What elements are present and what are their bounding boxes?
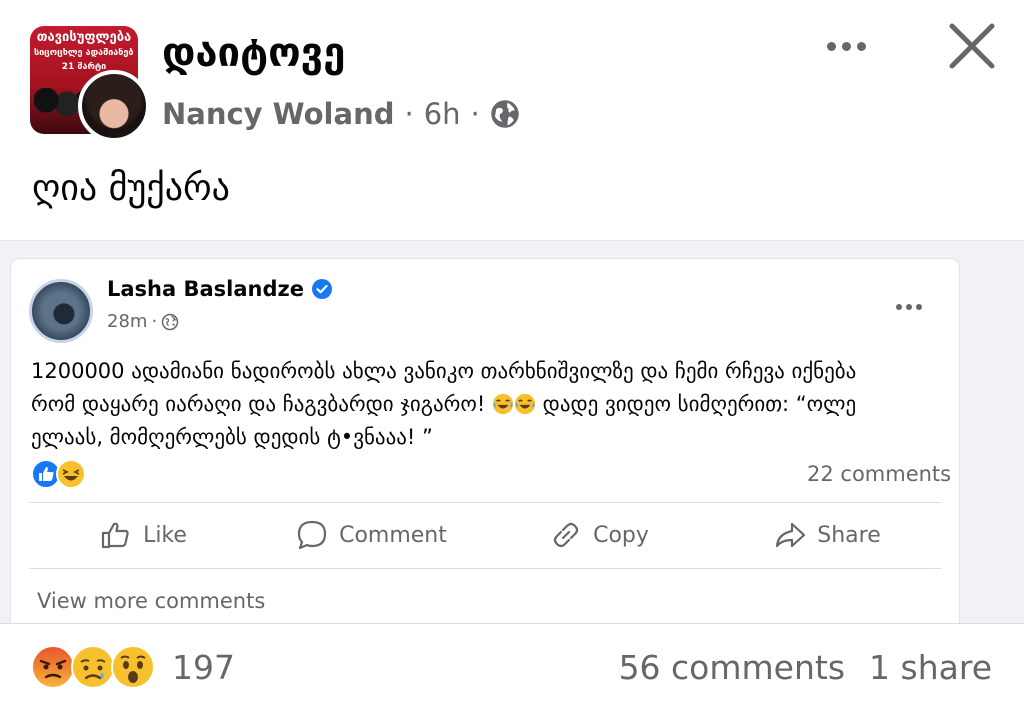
shared-divider [29, 502, 941, 503]
copy-button[interactable]: Copy [485, 505, 713, 565]
shared-text-line-2b: დადე ვიდეო სიმღერით: “ოლე [542, 392, 857, 416]
globe-icon [491, 100, 519, 128]
share-icon [776, 522, 806, 548]
group-name[interactable]: დაიტოვე [162, 30, 345, 76]
wow-reaction-icon [111, 645, 155, 689]
like-label: Like [143, 522, 187, 548]
more-options-icon[interactable] [818, 28, 874, 64]
shared-meta: 28m · [107, 311, 179, 332]
tears-of-joy-emoji-icon [492, 393, 514, 415]
shared-post-time[interactable]: 28m [107, 311, 147, 332]
reaction-count[interactable]: 197 [172, 648, 235, 687]
comment-icon [297, 520, 327, 550]
like-icon [101, 522, 129, 549]
post-time[interactable]: 6h [424, 97, 461, 131]
copy-icon [554, 522, 579, 548]
haha-reaction-icon [56, 459, 86, 489]
close-icon[interactable] [944, 18, 1000, 74]
tears-of-joy-emoji-icon [514, 393, 536, 415]
copy-label: Copy [593, 522, 649, 548]
author-name[interactable]: Nancy Woland [162, 97, 394, 131]
view-more-comments-link[interactable]: View more comments [37, 589, 265, 613]
shared-text-line-2-wrap: რომ დაყარე იარაღი და ჩაგვბარდი ჯიგარო! დ… [31, 388, 946, 421]
shared-more-options-icon[interactable] [891, 297, 927, 317]
shares-count[interactable]: 1 share [869, 648, 992, 687]
post-meta: Nancy Woland · 6h · [162, 94, 520, 134]
post-reactions[interactable]: 197 [30, 644, 235, 690]
shared-post-text: 1200000 ადამიანი ნადირობს ახლა ვანიკო თა… [31, 355, 946, 454]
post-header: თავისუფლება სიცოცხლე ადამიანებს 21 მარტი… [0, 0, 1024, 209]
shared-author-name-row: Lasha Baslandze [107, 277, 332, 301]
share-button[interactable]: Share [713, 505, 941, 565]
comments-count[interactable]: 56 comments [619, 648, 845, 687]
comment-button[interactable]: Comment [257, 505, 485, 565]
post-footer: 197 56 comments 1 share [0, 623, 1024, 710]
shared-post-card[interactable]: Lasha Baslandze 28m · 1200000 ადამიანი ნ… [10, 258, 960, 623]
globe-icon [161, 313, 179, 330]
shared-action-bar: Like Comment Copy Share [29, 505, 941, 565]
verified-icon [311, 279, 332, 299]
shared-text-line-3: ელაას, მომღერლებს დედის ტ•ვნააა! ” [31, 425, 433, 449]
shared-author-name[interactable]: Lasha Baslandze [107, 277, 304, 301]
post-stats: 56 comments 1 share [619, 648, 992, 687]
meta-separator: · [470, 97, 480, 131]
comment-label: Comment [339, 522, 447, 548]
share-label: Share [817, 522, 881, 548]
stats-gap [845, 648, 869, 687]
shared-text-line-1: 1200000 ადამიანი ნადირობს ახლა ვანიკო თა… [31, 359, 857, 383]
group-avatar[interactable]: თავისუფლება სიცოცხლე ადამიანებს 21 მარტი [30, 26, 150, 142]
shared-meta-separator: · [151, 311, 158, 332]
shared-comments-count[interactable]: 22 comments [807, 462, 951, 486]
shared-author-avatar[interactable] [29, 279, 93, 343]
like-button[interactable]: Like [29, 505, 257, 565]
shared-reactions[interactable] [31, 459, 86, 489]
author-avatar[interactable] [78, 70, 150, 142]
post-text: ღია მუქარა [32, 168, 230, 209]
meta-separator: · [404, 97, 414, 131]
shared-text-line-2: რომ დაყარე იარაღი და ჩაგვბარდი ჯიგარო! [31, 392, 486, 416]
group-image-text-2: სიცოცხლე ადამიანებს [34, 48, 134, 58]
shared-divider [29, 568, 941, 569]
group-image-text-1: თავისუფლება [36, 30, 132, 45]
